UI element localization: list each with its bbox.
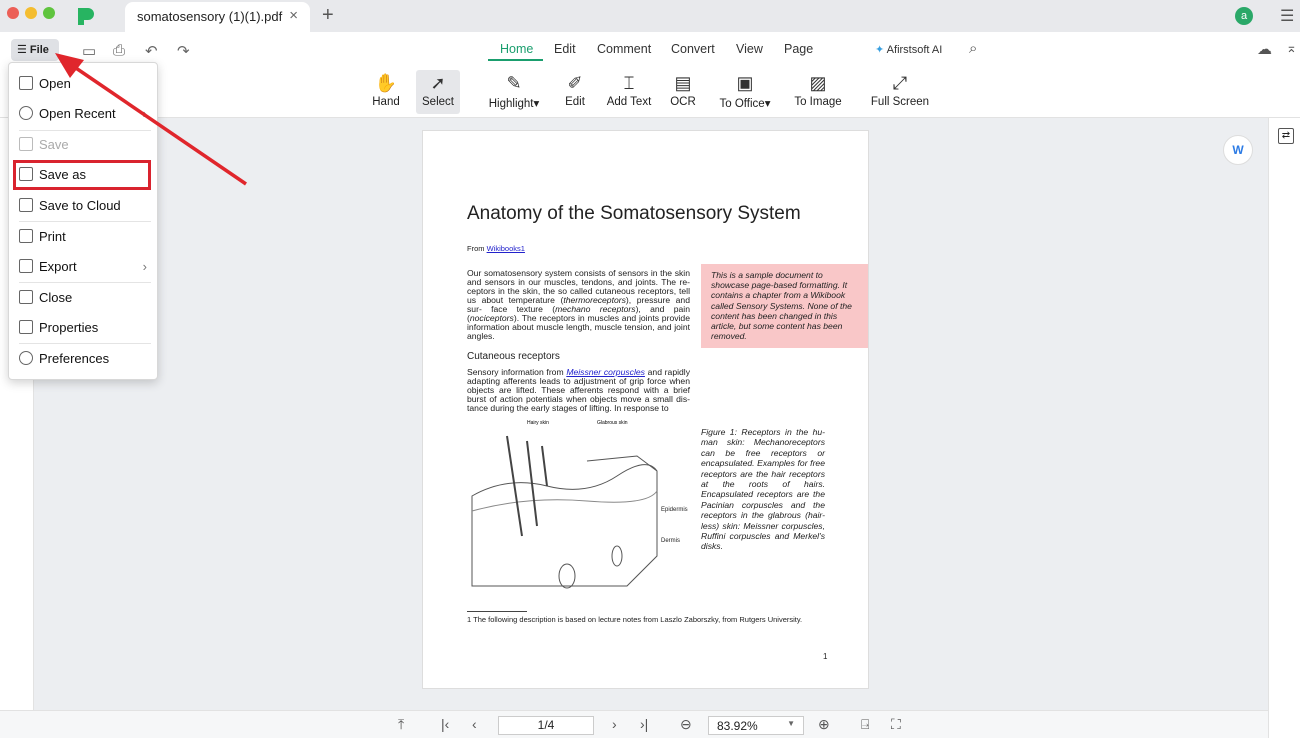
translate-icon[interactable]: W	[1223, 135, 1253, 165]
footnote-rule	[467, 611, 527, 612]
first-page-icon[interactable]: |‹	[441, 716, 449, 732]
section-heading: Cutaneous receptors	[467, 351, 560, 362]
annotation-arrow	[55, 53, 247, 186]
tab-convert[interactable]: Convert	[671, 42, 715, 56]
hand-tool[interactable]: ✋ Hand	[356, 70, 416, 114]
menu-item-preferences[interactable]: Preferences	[13, 345, 153, 373]
ai-label: Afirstsoft AI	[886, 44, 943, 56]
pdf-page: Anatomy of the Somatosensory System From…	[422, 130, 869, 689]
footnote: 1 The following description is based on …	[467, 615, 803, 624]
ocr-icon: ▤	[674, 73, 692, 93]
full-screen-tool[interactable]: ⤢ Full Screen	[870, 70, 930, 114]
tab-view[interactable]: View	[736, 42, 763, 56]
highlight-tool[interactable]: ✎ Highlight▾	[484, 70, 544, 114]
highlighter-icon: ✎	[506, 73, 522, 93]
chevron-right-icon: ›	[142, 259, 147, 274]
chevron-down-icon: ▼	[787, 719, 795, 728]
gear-icon	[19, 351, 33, 365]
menu-item-export[interactable]: Export ›	[13, 253, 153, 281]
to-office-tool[interactable]: ▣ To Office▾	[712, 70, 778, 114]
tool-label: To Office	[719, 98, 765, 110]
tab-edit[interactable]: Edit	[554, 42, 576, 56]
cursor-icon: ➚	[430, 73, 446, 93]
properties-icon	[19, 320, 33, 334]
add-text-tool[interactable]: ⌶ Add Text	[599, 70, 659, 114]
from-label: From	[467, 244, 485, 253]
ocr-tool[interactable]: ▤ OCR	[653, 70, 713, 114]
document-title: Anatomy of the Somatosensory System	[467, 203, 801, 224]
last-page-icon[interactable]: ›|	[640, 716, 648, 732]
ai-button[interactable]: ✦ Afirstsoft AI	[875, 43, 942, 56]
tool-label: To Image	[794, 96, 842, 108]
properties-panel-icon[interactable]: ⇄	[1278, 128, 1294, 144]
previous-page-icon[interactable]: ‹	[472, 716, 477, 732]
paragraph-2: Sensory information from Meissner corpus…	[467, 367, 690, 413]
edit-tool[interactable]: ✐ Edit	[545, 70, 605, 114]
svg-text:Hairy skin: Hairy skin	[527, 420, 549, 426]
tool-label: Full Screen	[870, 96, 930, 108]
tool-label: Hand	[372, 96, 400, 108]
full-screen-icon: ⤢	[892, 73, 908, 93]
paragraph-1: Our somatosensory system consists of sen…	[467, 268, 690, 341]
search-icon[interactable]: ⌕	[969, 40, 977, 57]
office-icon: ▣	[736, 73, 754, 93]
export-icon	[19, 259, 33, 273]
hand-icon: ✋	[374, 73, 398, 93]
menu-item-print[interactable]: Print	[13, 223, 153, 251]
right-panel: ⇄	[1268, 118, 1300, 738]
cloud-save-icon	[19, 198, 33, 212]
next-page-icon[interactable]: ›	[612, 716, 617, 732]
zoom-out-icon[interactable]: ⊖	[680, 716, 692, 733]
cloud-upload-icon[interactable]: ☁	[1257, 40, 1272, 58]
tool-label: Add Text	[606, 96, 652, 108]
figure-caption: Figure 1: Receptors in the hu- man skin:…	[701, 427, 825, 552]
sparkle-icon: ✦	[875, 44, 885, 56]
page-number: 1	[823, 652, 828, 661]
fit-page-icon[interactable]: ⛶	[891, 716, 901, 733]
svg-text:Glabrous skin: Glabrous skin	[597, 420, 628, 426]
active-tab-indicator	[488, 59, 543, 61]
zoom-in-icon[interactable]: ⊕	[818, 716, 830, 733]
image-icon: ▨	[809, 73, 827, 93]
select-tool[interactable]: ➚ Select	[416, 70, 460, 114]
hamburger-menu-icon[interactable]: ☰	[1280, 6, 1294, 26]
new-tab-icon[interactable]: +	[322, 4, 334, 27]
close-file-icon	[19, 290, 33, 304]
figure-label-epidermis: Epidermis	[661, 507, 688, 513]
to-image-tool[interactable]: ▨ To Image	[788, 70, 848, 114]
fit-width-icon[interactable]: ⍈	[861, 716, 869, 733]
figure-label-dermis: Dermis	[661, 538, 680, 544]
wikibooks-link[interactable]: Wikibooks1	[487, 244, 525, 253]
tab-page[interactable]: Page	[784, 42, 813, 56]
collapse-toolbar-icon[interactable]: ⌅	[1286, 40, 1297, 56]
tab-comment[interactable]: Comment	[597, 42, 651, 56]
text-box-icon: ⌶	[623, 73, 635, 93]
note-box: This is a sample document to showcase pa…	[701, 264, 868, 348]
tool-label: OCR	[670, 96, 696, 108]
menu-item-close[interactable]: Close	[13, 284, 153, 312]
page-input[interactable]: 1/4	[498, 716, 594, 735]
tool-label: Highlight	[488, 98, 534, 110]
bottom-bar	[0, 710, 1268, 738]
tool-label: Edit	[565, 96, 585, 108]
print-icon	[19, 229, 33, 243]
scroll-top-icon[interactable]: ⤒	[398, 716, 404, 733]
zoom-select[interactable]: 83.92% ▼	[708, 716, 804, 735]
edit-icon: ✐	[567, 73, 583, 93]
zoom-value: 83.92%	[717, 719, 758, 733]
menu-item-properties[interactable]: Properties	[13, 314, 153, 342]
tab-home[interactable]: Home	[500, 42, 533, 56]
tool-label: Select	[422, 96, 454, 108]
avatar[interactable]: a	[1235, 7, 1253, 25]
